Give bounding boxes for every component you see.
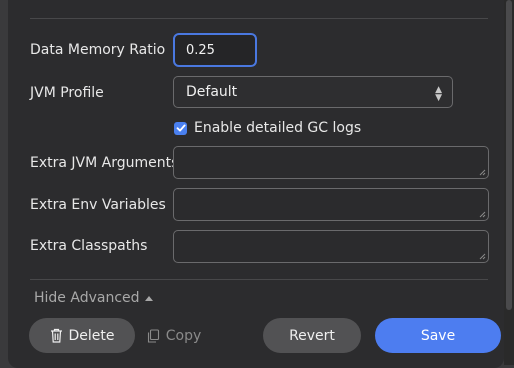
jvm-profile-label: JVM Profile	[30, 85, 104, 101]
gc-logs-checkbox[interactable]	[174, 121, 187, 135]
save-button[interactable]: Save	[375, 318, 501, 353]
save-label: Save	[420, 327, 456, 344]
resize-grip-icon[interactable]	[478, 168, 486, 176]
caret-up-icon	[144, 295, 153, 301]
bottom-divider	[30, 279, 488, 280]
trash-icon	[50, 328, 63, 343]
select-arrows-icon: ▲ ▼	[435, 85, 442, 103]
checkmark-icon	[176, 124, 185, 132]
revert-button[interactable]: Revert	[263, 318, 361, 353]
gc-logs-row[interactable]: Enable detailed GC logs	[174, 120, 361, 136]
jvm-profile-select[interactable]: Default ▲ ▼	[173, 76, 453, 108]
copy-label: Copy	[165, 327, 202, 344]
extra-env-variables-textarea[interactable]	[173, 188, 489, 221]
delete-button[interactable]: Delete	[29, 318, 135, 353]
top-divider	[30, 18, 488, 19]
hide-advanced-toggle[interactable]: Hide Advanced	[34, 290, 153, 306]
hide-advanced-label: Hide Advanced	[34, 290, 140, 306]
extra-classpaths-label: Extra Classpaths	[30, 238, 148, 254]
extra-jvm-arguments-label: Extra JVM Arguments	[30, 155, 179, 171]
resize-grip-icon[interactable]	[478, 252, 486, 260]
data-memory-ratio-label: Data Memory Ratio	[30, 42, 166, 58]
gc-logs-label: Enable detailed GC logs	[194, 120, 362, 136]
data-memory-ratio-input[interactable]	[173, 33, 257, 67]
extra-jvm-arguments-textarea[interactable]	[173, 146, 489, 179]
jvm-profile-selected-value: Default	[186, 84, 238, 100]
scrollbar-thumb[interactable]	[506, 0, 512, 310]
resize-grip-icon[interactable]	[478, 210, 486, 218]
revert-label: Revert	[289, 327, 335, 344]
copy-icon	[147, 328, 160, 343]
extra-classpaths-textarea[interactable]	[173, 230, 489, 263]
copy-button[interactable]: Copy	[144, 318, 204, 353]
extra-env-variables-label: Extra Env Variables	[30, 197, 166, 213]
delete-label: Delete	[68, 327, 115, 344]
scrollbar[interactable]	[504, 0, 514, 365]
